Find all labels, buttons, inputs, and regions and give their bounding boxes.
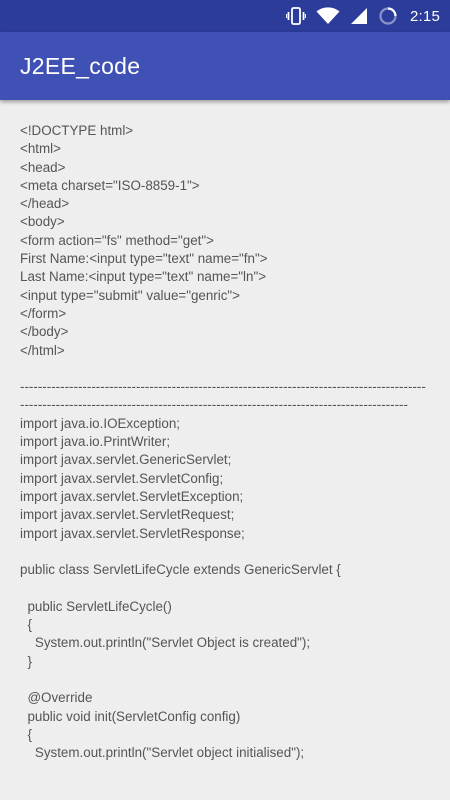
cell-signal-icon — [350, 7, 368, 25]
status-time: 2:15 — [410, 7, 440, 25]
status-bar: 2:15 — [0, 0, 450, 32]
app-bar: J2EE_code — [0, 32, 450, 100]
code-scroll-view[interactable]: <!DOCTYPE html> <html> <head> <meta char… — [0, 100, 450, 800]
vibrate-icon — [286, 7, 306, 25]
wifi-icon — [316, 7, 340, 25]
app-title: J2EE_code — [20, 52, 141, 79]
loading-icon — [378, 6, 398, 26]
code-text: <!DOCTYPE html> <html> <head> <meta char… — [20, 123, 426, 761]
